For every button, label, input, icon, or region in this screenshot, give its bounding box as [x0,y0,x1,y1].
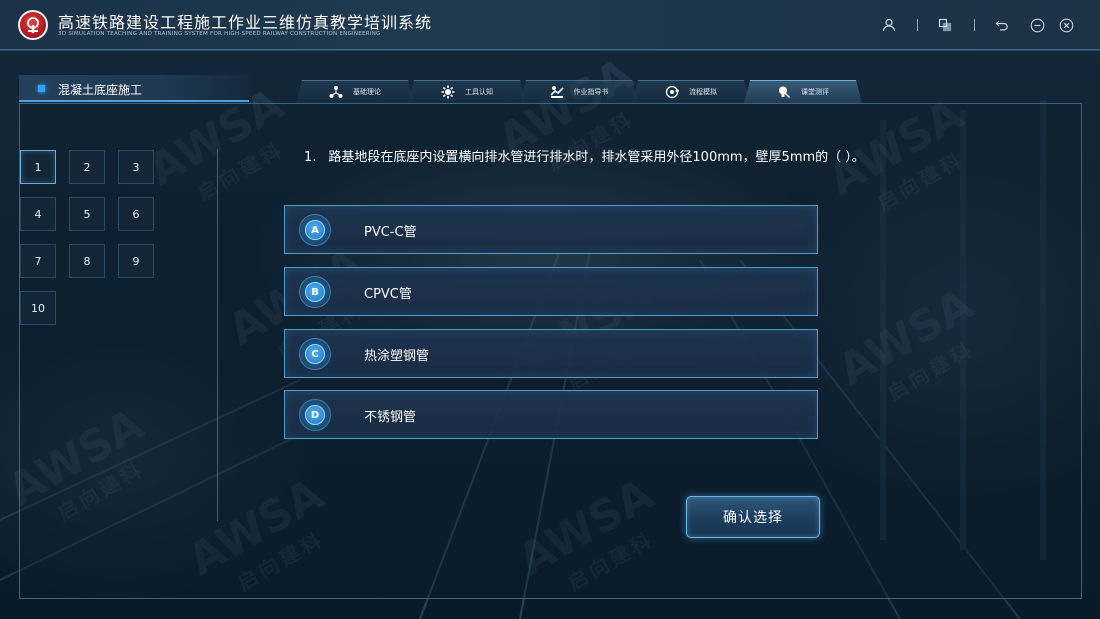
question-body: 路基地段在底座内设置横向排水管进行排水时，排水管采用外径100mm，壁厚5mm的… [328,150,865,165]
guide-icon [549,85,564,99]
close-icon[interactable] [1057,16,1075,34]
question-number-button[interactable]: 1 [20,150,56,184]
tab-label: 基础理论 [353,88,381,96]
option-text: CPVC管 [364,287,412,302]
question-number-button[interactable]: 10 [20,291,56,325]
question-number-button[interactable]: 3 [118,150,154,184]
tab-label: 流程模拟 [689,88,717,96]
section-header: 混凝土底座施工 [19,75,249,102]
option-d[interactable]: D 不锈钢管 [284,390,818,439]
back-icon[interactable] [993,16,1011,34]
user-icon[interactable] [880,16,898,34]
option-letter-badge: C [299,338,331,370]
section-title: 混凝土底座施工 [58,83,143,97]
question-number-button[interactable]: 9 [118,244,154,278]
separator [974,19,975,31]
process-icon [665,85,679,99]
tab-label: 作业指导书 [573,88,609,96]
question-number-button[interactable]: 7 [20,244,56,278]
option-letter-badge: B [299,276,331,308]
option-letter-badge: D [299,399,331,431]
separator [917,19,918,31]
question-number-button[interactable]: 8 [69,244,105,278]
option-b[interactable]: B CPVC管 [284,267,818,316]
question-number: 1. [304,150,317,165]
option-a[interactable]: A PVC-C管 [284,205,818,254]
question-text: 1. 路基地段在底座内设置横向排水管进行排水时，排水管采用外径100mm，壁厚5m… [288,147,868,168]
question-number-button[interactable]: 2 [69,150,105,184]
confirm-selection-button[interactable]: 确认选择 [686,496,820,538]
tab-label: 工具认知 [465,88,493,96]
section-marker-icon [38,85,45,92]
option-c[interactable]: C 热涂塑钢管 [284,329,818,378]
network-icon [329,85,343,99]
tab-classroom-evaluation[interactable]: 课堂测评 [744,80,862,103]
window-switch-icon[interactable] [936,16,954,34]
question-number-button[interactable]: 4 [20,197,56,231]
tab-tool-recognition[interactable]: 工具认知 [408,80,526,103]
gear-icon [441,85,455,99]
minimize-icon[interactable] [1028,16,1046,34]
tab-label: 课堂测评 [801,88,829,96]
option-letter-badge: A [299,214,331,246]
app-title: 高速铁路建设工程施工作业三维仿真教学培训系统 [58,13,433,32]
title-bar: 高速铁路建设工程施工作业三维仿真教学培训系统 3D SIMULATION TEA… [0,0,1100,50]
tab-basic-theory[interactable]: 基础理论 [296,80,414,103]
tab-process-simulation[interactable]: 流程模拟 [632,80,750,103]
tab-work-guide[interactable]: 作业指导书 [520,80,638,103]
question-number-button[interactable]: 6 [118,197,154,231]
app-subtitle: 3D SIMULATION TEACHING AND TRAINING SYST… [58,31,381,37]
option-text: 不锈钢管 [364,410,417,425]
panel-divider [217,149,218,521]
option-text: 热涂塑钢管 [364,349,430,364]
lightbulb-icon [777,85,791,99]
option-text: PVC-C管 [364,225,417,240]
question-number-button[interactable]: 5 [69,197,105,231]
railway-logo [18,10,48,40]
